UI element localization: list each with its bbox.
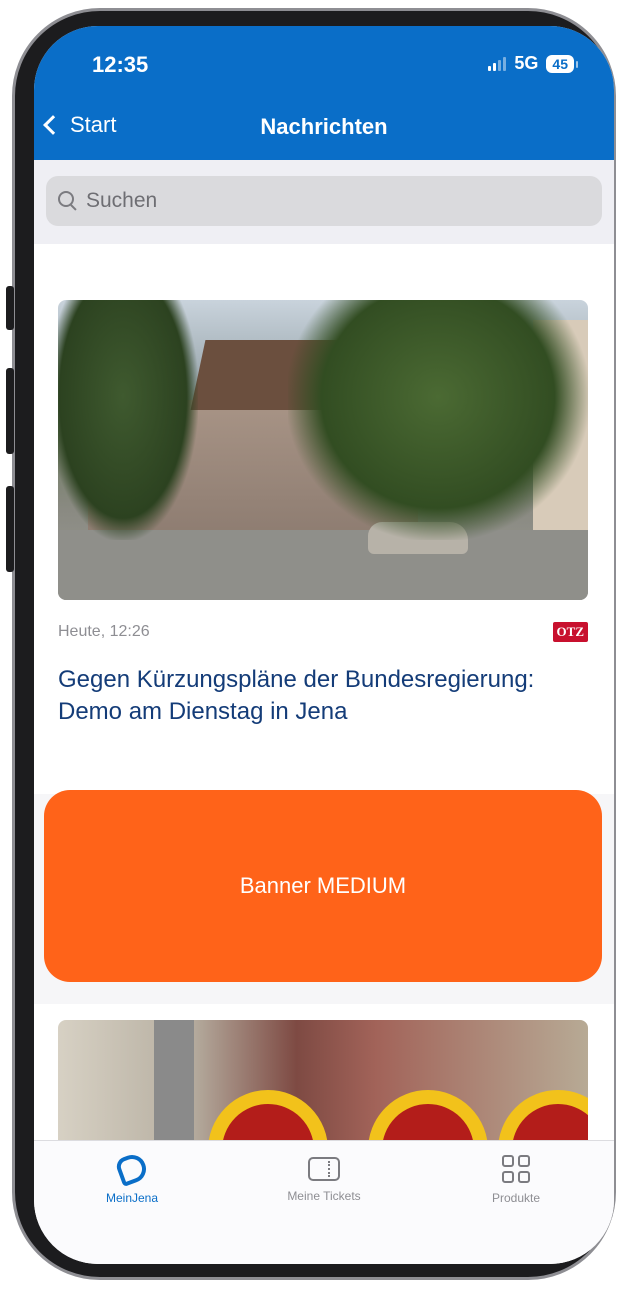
news-image	[58, 300, 588, 600]
network-type: 5G	[514, 53, 539, 73]
tab-label: Meine Tickets	[287, 1189, 361, 1203]
news-feed[interactable]: Heute, 12:26 OTZ Gegen Kürzungspläne der…	[34, 244, 614, 1140]
status-indicators: 5G 45	[488, 53, 578, 74]
mute-switch	[6, 286, 14, 330]
tab-produkte[interactable]: Produkte	[436, 1155, 596, 1205]
tab-bar: MeinJena Meine Tickets Produkte	[34, 1140, 614, 1264]
grid-icon	[502, 1155, 530, 1183]
signal-icon	[488, 56, 507, 71]
news-headline[interactable]: Gegen Kürzungspläne der Bundesregierung:…	[58, 664, 598, 728]
meinjena-logo-icon	[114, 1151, 150, 1187]
ad-banner[interactable]: Banner MEDIUM	[44, 790, 602, 982]
ticket-icon	[308, 1157, 340, 1181]
otz-logo-icon: OTZ	[552, 622, 588, 642]
news-image	[58, 1020, 588, 1140]
tab-label: MeinJena	[105, 1191, 159, 1205]
status-time: 12:35	[92, 52, 149, 77]
page-title: Nachrichten	[260, 114, 388, 139]
battery-icon: 45	[546, 54, 578, 73]
search-icon	[58, 191, 78, 211]
tab-label: Produkte	[491, 1191, 541, 1205]
tab-meinjena[interactable]: MeinJena	[52, 1151, 212, 1205]
news-card[interactable]	[34, 1004, 614, 1140]
tab-meine-tickets[interactable]: Meine Tickets	[244, 1155, 404, 1203]
news-card[interactable]: Heute, 12:26 OTZ Gegen Kürzungspläne der…	[34, 244, 614, 794]
news-date: Heute, 12:26	[58, 623, 150, 640]
search-placeholder: Suchen	[86, 189, 158, 212]
app-screen: 12:35 5G 45 Start Nachrichten Suchen Heu…	[34, 26, 614, 1264]
news-meta: Heute, 12:26 OTZ	[58, 622, 588, 642]
volume-up-button	[6, 368, 14, 454]
search-input[interactable]: Suchen	[46, 176, 602, 226]
search-bar-container: Suchen	[34, 160, 614, 244]
app-header: 12:35 5G 45 Start Nachrichten	[34, 26, 614, 160]
volume-down-button	[6, 486, 14, 572]
